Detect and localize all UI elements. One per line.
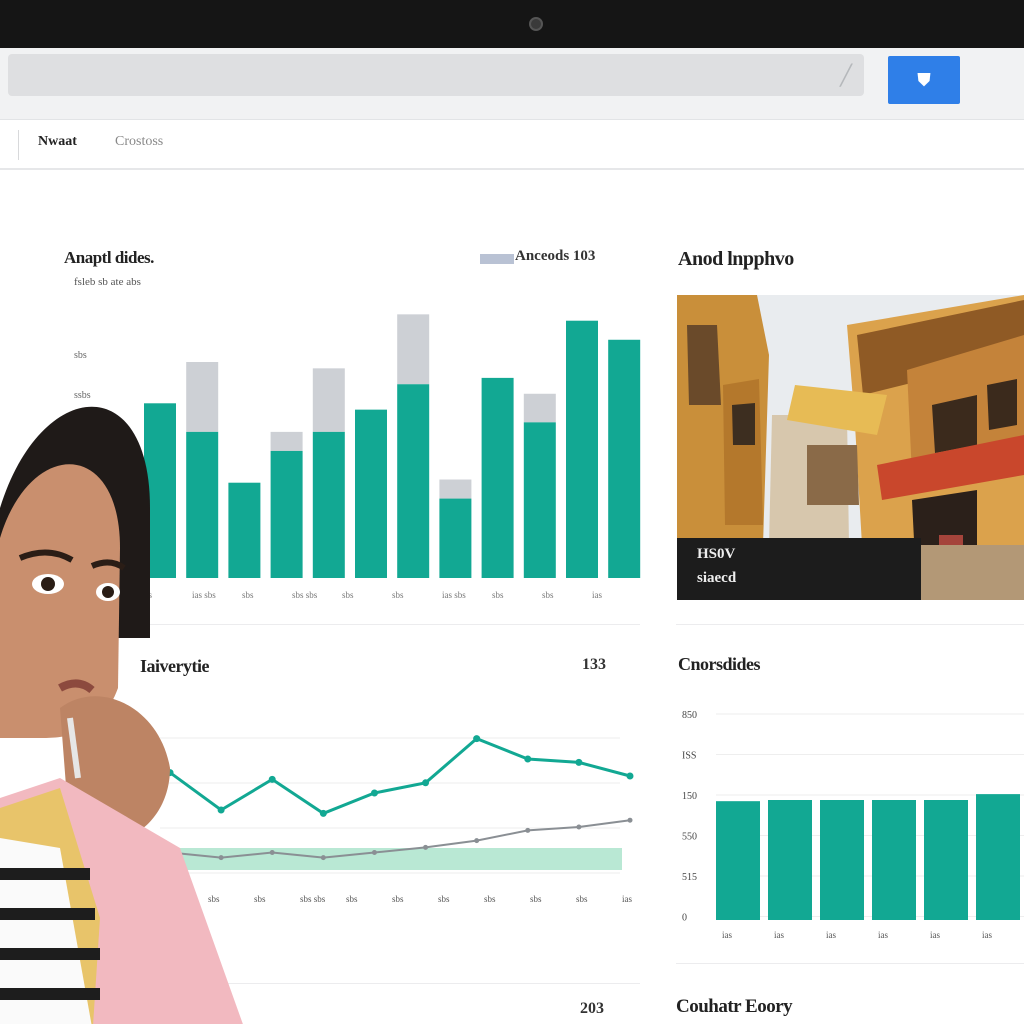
line-point — [474, 838, 480, 844]
line-point — [269, 850, 275, 855]
bar-chart-legend-swatch — [480, 254, 514, 264]
bar — [872, 800, 916, 920]
y-tick-label: 550 — [682, 832, 697, 843]
bar — [270, 450, 303, 578]
photo-card-title: Anod lnpphvo — [678, 248, 794, 270]
screen: ╱ ⛊ Nwaat Crostoss Anaptl dides. fsleb s… — [0, 48, 1024, 1024]
x-tick-label: sbs — [484, 894, 496, 904]
line-point — [626, 772, 634, 780]
x-tick-label: sbs — [342, 590, 354, 600]
slash-icon: ╱ — [839, 65, 853, 87]
x-tick-label: ias sbs — [442, 590, 466, 600]
address-bar[interactable]: ╱ — [8, 54, 864, 96]
bar — [566, 320, 598, 578]
x-tick-label: sbs — [346, 894, 358, 904]
line-point — [576, 824, 582, 830]
bar-secondary — [270, 431, 303, 451]
webcam — [529, 17, 543, 31]
bar-chart-stat: Anceods 103 — [515, 248, 596, 264]
line-point — [371, 850, 377, 855]
line-point — [525, 827, 531, 833]
x-tick-label: ias — [878, 930, 888, 938]
x-tick-label: sbs — [438, 894, 450, 904]
y-tick-label: 150 — [682, 791, 697, 802]
x-tick-label: sbs — [492, 590, 504, 600]
y-tick-label: ISS — [682, 751, 696, 762]
small-bar-chart: 850 ISS 150 550 515 0 ias ias ias ias ias ias — [682, 710, 1024, 938]
tab-active[interactable]: Nwaat — [38, 134, 77, 150]
browser-top-bar: ╱ ⛊ — [0, 48, 1024, 120]
photo-caption-line2: siaecd — [697, 570, 737, 586]
y-tick-label: sbs — [74, 350, 87, 361]
x-tick-label: ias — [622, 894, 632, 904]
bottom-right-title: Couhatr Eoory — [676, 996, 793, 1017]
bar-secondary — [312, 368, 345, 432]
bar — [820, 800, 864, 920]
line-point — [319, 809, 327, 817]
line-point — [575, 758, 583, 766]
tab-strip: Nwaat Crostoss — [0, 120, 1024, 170]
x-tick-label: sbs — [392, 894, 404, 904]
bar — [523, 422, 556, 578]
x-tick-label: ias — [982, 930, 992, 938]
bar — [716, 801, 760, 920]
bar — [608, 339, 641, 578]
street-photo: HS0V siaecd — [677, 295, 1024, 600]
bar — [976, 794, 1020, 920]
y-tick-label: 850 — [682, 710, 697, 721]
shield-action-button[interactable]: ⛊ — [888, 56, 960, 104]
x-tick-label: ias — [592, 590, 602, 600]
line-point — [422, 779, 430, 787]
bar — [355, 409, 387, 578]
x-tick-label: sbs sbs — [300, 894, 326, 904]
line-chart-stat: 133 — [582, 656, 606, 673]
x-tick-label: ias — [930, 930, 940, 938]
bar — [397, 384, 430, 578]
x-tick-label: ias — [722, 930, 732, 938]
x-tick-label: sbs sbs — [292, 590, 318, 600]
line-point — [627, 817, 633, 823]
divider — [676, 624, 1024, 625]
small-bar-chart-title: Cnorsdides — [678, 654, 761, 674]
divider — [676, 963, 1024, 964]
y-tick-label: 0 — [682, 913, 687, 924]
bar — [481, 377, 514, 578]
person-illustration — [0, 406, 243, 1024]
bottom-left-stat: 203 — [580, 1000, 604, 1017]
x-tick-label: ias — [826, 930, 836, 938]
bar-secondary — [439, 479, 472, 499]
x-tick-label: ias — [774, 930, 784, 938]
bar-chart-title: Anaptl dides. — [64, 248, 154, 267]
photo-caption: HS0V siaecd — [677, 538, 921, 600]
bar — [768, 800, 812, 920]
line-point — [473, 735, 481, 743]
bar — [312, 431, 345, 578]
x-tick-label: sbs — [542, 590, 554, 600]
x-tick-label: sbs — [530, 894, 542, 904]
line-point — [524, 755, 532, 763]
bar — [439, 498, 472, 578]
x-tick-label: sbs — [392, 590, 404, 600]
line-point — [370, 789, 378, 797]
shield-icon: ⛊ — [917, 70, 931, 90]
bar-secondary — [523, 393, 556, 423]
monitor-bezel — [0, 0, 1024, 48]
bar-secondary — [397, 314, 430, 385]
photo-caption-line1: HS0V — [697, 546, 736, 562]
line-point — [423, 844, 429, 850]
line-point — [320, 855, 326, 861]
tab-inactive[interactable]: Crostoss — [115, 134, 163, 150]
tab-divider — [18, 130, 19, 160]
x-tick-label: sbs — [576, 894, 588, 904]
bar — [924, 800, 968, 920]
y-tick-label: 515 — [682, 872, 697, 883]
